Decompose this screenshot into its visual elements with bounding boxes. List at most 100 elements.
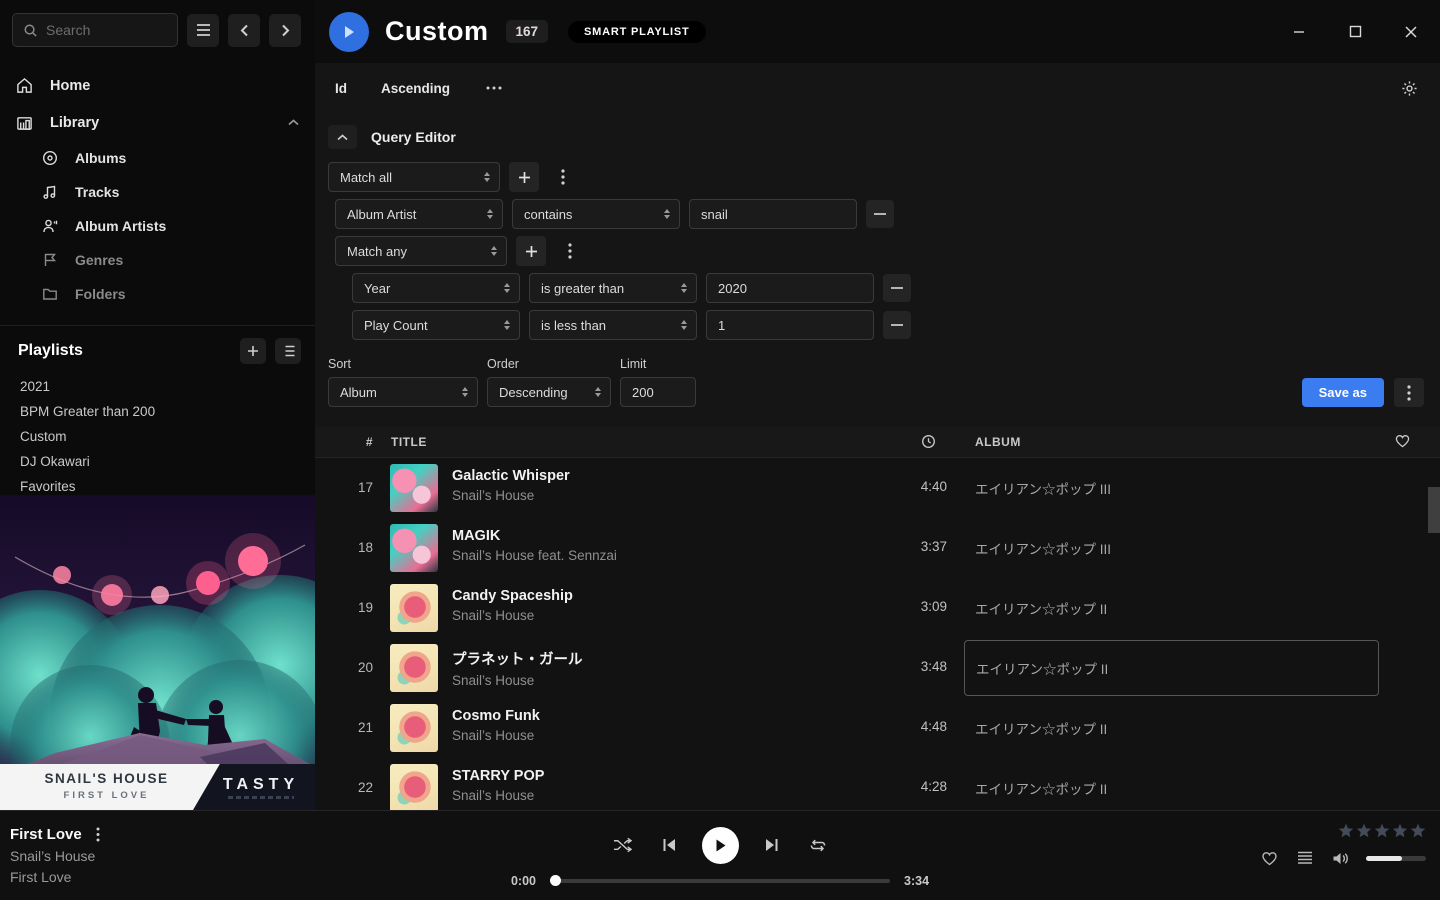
- playlist-item[interactable]: BPM Greater than 200: [18, 399, 301, 424]
- track-album[interactable]: エイリアン☆ポップ III: [964, 520, 1379, 576]
- sidebar-item-tracks[interactable]: Tracks: [0, 175, 315, 209]
- table-row[interactable]: 19 Candy Spaceship Snail’s House 3:09 エイ…: [315, 578, 1440, 638]
- track-album[interactable]: エイリアン☆ポップ III: [964, 460, 1379, 516]
- sort-direction-button[interactable]: Ascending: [381, 81, 450, 96]
- track-album[interactable]: エイリアン☆ポップ II: [964, 640, 1379, 696]
- sidebar-item-folders[interactable]: Folders: [0, 277, 315, 311]
- playlist-item[interactable]: Custom: [18, 424, 301, 449]
- sidebar-item-albums[interactable]: Albums: [0, 141, 315, 175]
- volume-icon[interactable]: [1330, 847, 1352, 869]
- table-row[interactable]: 22 STARRY POP Snail’s House 4:28 エイリアン☆ポ…: [315, 758, 1440, 810]
- add-rule-button[interactable]: [509, 162, 539, 192]
- track-artist[interactable]: Snail’s House: [452, 608, 573, 623]
- rule-value-input[interactable]: [706, 310, 874, 340]
- track-artist[interactable]: Snail’s House: [452, 673, 583, 688]
- search-input[interactable]: [46, 22, 156, 38]
- star-icon[interactable]: [1356, 823, 1372, 838]
- playlist-item[interactable]: DJ Okawari: [18, 449, 301, 474]
- settings-gear-icon[interactable]: [1401, 80, 1418, 97]
- track-artist[interactable]: Snail’s House: [452, 788, 544, 803]
- play-pause-button[interactable]: [702, 827, 739, 864]
- volume-slider[interactable]: [1366, 856, 1426, 861]
- playlist-list-button[interactable]: [275, 338, 301, 364]
- track-title[interactable]: プラネット・ガール: [452, 648, 583, 669]
- remove-rule-button[interactable]: [883, 274, 911, 302]
- add-group-rule-button[interactable]: [516, 236, 546, 266]
- rule-value-input[interactable]: [706, 273, 874, 303]
- rule-field-select[interactable]: Album Artist: [335, 199, 503, 229]
- save-as-button[interactable]: Save as: [1302, 378, 1384, 407]
- sidebar-item-library[interactable]: Library: [0, 104, 315, 141]
- nav-back-button[interactable]: [228, 14, 260, 47]
- play-playlist-button[interactable]: [329, 12, 369, 52]
- track-title[interactable]: Candy Spaceship: [452, 588, 573, 604]
- track-album[interactable]: エイリアン☆ポップ II: [964, 760, 1379, 810]
- repeat-button[interactable]: [805, 832, 831, 858]
- table-row[interactable]: 20 プラネット・ガール Snail’s House 3:48 エイリアン☆ポッ…: [315, 638, 1440, 698]
- favorite-heart-icon[interactable]: [1395, 434, 1410, 448]
- track-title[interactable]: Cosmo Funk: [452, 708, 540, 724]
- track-artist[interactable]: Snail’s House: [452, 728, 540, 743]
- sort-field-button[interactable]: Id: [335, 81, 347, 96]
- rule-field-select[interactable]: Year: [352, 273, 520, 303]
- table-row[interactable]: 18 MAGIK Snail’s House feat. Sennzai 3:3…: [315, 518, 1440, 578]
- match-type-select[interactable]: Match all: [328, 162, 500, 192]
- rating-stars[interactable]: [1338, 823, 1426, 838]
- rule-operator-select[interactable]: contains: [512, 199, 680, 229]
- now-playing-artist[interactable]: Snail’s House: [10, 848, 100, 864]
- nav-forward-button[interactable]: [269, 14, 301, 47]
- subgroup-options-icon[interactable]: [555, 236, 585, 266]
- track-title[interactable]: STARRY POP: [452, 768, 544, 784]
- star-icon[interactable]: [1338, 823, 1354, 838]
- now-playing-album-art[interactable]: SNAIL'S HOUSE FIRST LOVE TASTY: [0, 495, 315, 810]
- column-header-index[interactable]: #: [355, 435, 373, 449]
- remove-rule-button[interactable]: [866, 200, 894, 228]
- save-options-icon[interactable]: [1394, 378, 1424, 407]
- rule-operator-select[interactable]: is less than: [529, 310, 697, 340]
- star-icon[interactable]: [1410, 823, 1426, 838]
- query-limit-input[interactable]: [620, 377, 696, 407]
- seek-handle[interactable]: [550, 875, 561, 886]
- sidebar-item-home[interactable]: Home: [0, 67, 315, 104]
- window-maximize-button[interactable]: [1340, 17, 1370, 47]
- track-title-cell[interactable]: Cosmo Funk Snail’s House: [452, 708, 540, 743]
- chevron-up-icon[interactable]: [288, 119, 299, 126]
- track-title-cell[interactable]: プラネット・ガール Snail’s House: [452, 648, 583, 688]
- track-title[interactable]: Galactic Whisper: [452, 468, 570, 484]
- seek-slider[interactable]: [550, 879, 890, 883]
- sidebar-item-album-artists[interactable]: Album Artists: [0, 209, 315, 243]
- track-album[interactable]: エイリアン☆ポップ II: [964, 580, 1379, 636]
- collapse-query-editor-button[interactable]: [328, 125, 357, 149]
- star-icon[interactable]: [1392, 823, 1408, 838]
- rule-value-input[interactable]: [689, 199, 857, 229]
- add-playlist-button[interactable]: [240, 338, 266, 364]
- column-header-title[interactable]: TITLE: [391, 435, 427, 449]
- playlist-item[interactable]: 2021: [18, 374, 301, 399]
- track-artist[interactable]: Snail’s House: [452, 488, 570, 503]
- table-scrollbar[interactable]: [1428, 487, 1440, 533]
- track-title-cell[interactable]: Candy Spaceship Snail’s House: [452, 588, 573, 623]
- track-title-cell[interactable]: Galactic Whisper Snail’s House: [452, 468, 570, 503]
- track-title[interactable]: MAGIK: [452, 528, 617, 544]
- query-sort-select[interactable]: Album: [328, 377, 478, 407]
- track-album[interactable]: エイリアン☆ポップ II: [964, 700, 1379, 756]
- duration-clock-icon[interactable]: [921, 434, 936, 449]
- favorite-heart-button[interactable]: [1258, 847, 1280, 869]
- column-header-album[interactable]: ALBUM: [975, 435, 1021, 449]
- queue-button[interactable]: [1294, 847, 1316, 869]
- now-playing-track[interactable]: First Love: [10, 826, 82, 843]
- track-options-icon[interactable]: [96, 827, 100, 842]
- more-options-icon[interactable]: [486, 86, 502, 90]
- star-icon[interactable]: [1374, 823, 1390, 838]
- group-match-type-select[interactable]: Match any: [335, 236, 507, 266]
- menu-button[interactable]: [187, 14, 219, 47]
- now-playing-album[interactable]: First Love: [10, 869, 100, 885]
- window-minimize-button[interactable]: [1284, 17, 1314, 47]
- table-row[interactable]: 21 Cosmo Funk Snail’s House 4:48 エイリアン☆ポ…: [315, 698, 1440, 758]
- query-order-select[interactable]: Descending: [487, 377, 611, 407]
- next-track-button[interactable]: [759, 832, 785, 858]
- sidebar-item-genres[interactable]: Genres: [0, 243, 315, 277]
- track-artist[interactable]: Snail’s House feat. Sennzai: [452, 548, 617, 563]
- table-row[interactable]: 17 Galactic Whisper Snail’s House 4:40 エ…: [315, 458, 1440, 518]
- window-close-button[interactable]: [1396, 17, 1426, 47]
